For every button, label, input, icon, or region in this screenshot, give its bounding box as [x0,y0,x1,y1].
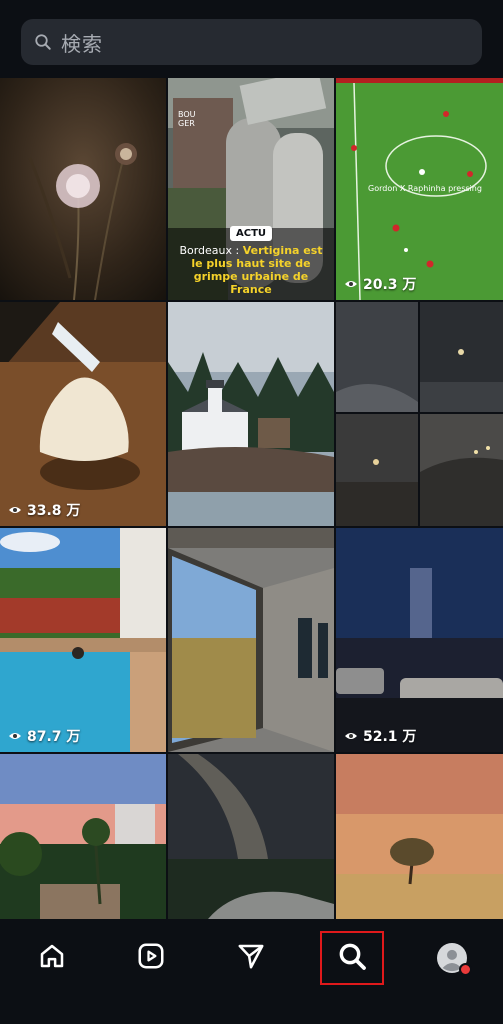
notification-dot [459,963,472,976]
view-count: 52.1 万 [344,726,416,746]
eye-icon [9,507,21,513]
nav-profile-button[interactable] [420,931,484,985]
search-input[interactable]: 検索 [61,28,103,57]
nav-messages-button[interactable] [219,931,283,985]
search-bar[interactable]: 検索 [21,19,482,65]
grid-tile-night-street[interactable]: 52.1 万 [336,528,503,752]
avatar-icon [437,943,472,976]
brand-logo: BOU GER [178,110,196,128]
grid-tile-silo-article[interactable]: BOU GER ACTU Bordeaux : Vertigina est le… [168,78,334,300]
bottom-nav [0,919,503,1024]
view-count: 87.7 万 [8,726,80,746]
view-count-text: 87.7 万 [27,729,81,745]
view-count: 20.3 万 [344,274,416,294]
grid-tile-sunset-palms[interactable] [0,754,166,919]
caption-prefix: Bordeaux : [179,244,243,257]
grid-tile-meringue[interactable]: 33.8 万 [0,302,166,526]
send-icon [236,941,266,975]
view-count-text: 52.1 万 [363,729,417,745]
search-icon [33,32,53,52]
top-bar: 検索 [0,0,503,78]
view-count: 33.8 万 [8,500,80,520]
nav-search-button[interactable] [320,931,384,985]
nav-home-button[interactable] [20,931,84,985]
article-caption: Bordeaux : Vertigina est le plus haut si… [174,244,328,296]
search-icon [336,940,368,976]
grid-tile-football[interactable]: Gordon X Raphinha pressing 20.3 万 [336,78,503,300]
actu-badge: ACTU [229,226,273,241]
reels-icon [136,941,166,975]
view-count-text: 33.8 万 [27,503,81,519]
grid-tile-milky-way[interactable] [168,754,334,919]
video-overlay-text: Gordon X Raphinha pressing [368,184,482,193]
eye-icon [9,733,21,739]
grid-tile-lone-tree[interactable] [336,754,503,919]
grid-tile-pool[interactable]: 87.7 万 [0,528,166,752]
eye-icon [345,733,357,739]
grid-tile-flower[interactable] [0,78,166,300]
eye-icon [345,281,357,287]
grid-tile-lighthouse[interactable] [168,302,334,526]
grid-tile-fog-collage[interactable] [336,302,503,526]
nav-reels-button[interactable] [119,931,183,985]
explore-grid: BOU GER ACTU Bordeaux : Vertigina est le… [0,78,503,919]
view-count-text: 20.3 万 [363,277,417,293]
home-icon [37,941,67,975]
grid-tile-building[interactable] [168,528,334,752]
